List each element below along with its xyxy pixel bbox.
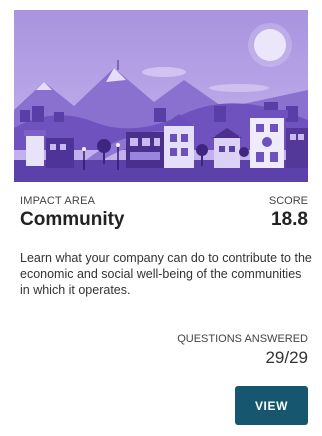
score-label: SCORE: [268, 195, 308, 207]
impact-area-label: IMPACT AREA: [20, 195, 96, 207]
score-value: 18.8: [271, 209, 308, 230]
view-button[interactable]: VIEW: [235, 386, 308, 425]
impact-area-title: Community: [20, 209, 125, 230]
community-illustration: [14, 10, 308, 182]
impact-area-description: Learn what your company can do to contri…: [20, 251, 312, 297]
questions-answered-value: 29/29: [265, 348, 308, 367]
questions-answered-label: QUESTIONS ANSWERED: [177, 333, 308, 345]
